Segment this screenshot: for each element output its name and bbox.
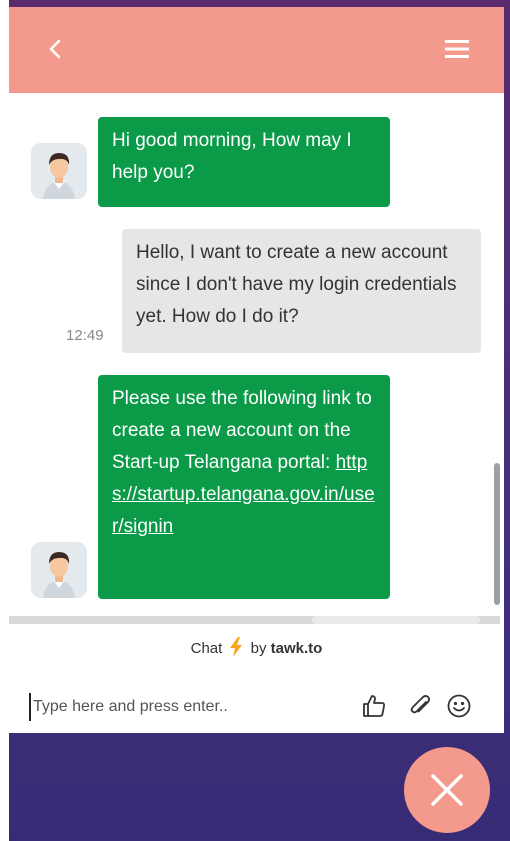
thumbs-up-button[interactable] <box>361 693 387 724</box>
agent-avatar <box>31 143 87 199</box>
chat-widget: Hi good morning, How may I help you? 12:… <box>9 7 504 733</box>
branding-brand: tawk.to <box>270 640 323 657</box>
agent-avatar-icon <box>31 143 87 199</box>
close-icon <box>431 774 463 806</box>
agent-avatar <box>31 542 87 598</box>
user-message: Hello, I want to create a new account si… <box>122 229 481 353</box>
message-text: Hi good morning, How may I help you? <box>112 130 352 183</box>
message-input[interactable] <box>29 693 353 721</box>
message-list[interactable]: Hi good morning, How may I help you? 12:… <box>9 93 504 621</box>
horizontal-scrollbar-thumb[interactable] <box>312 616 480 624</box>
lightning-bolt-icon <box>230 637 243 657</box>
message-composer <box>9 683 504 733</box>
agent-message: Please use the following link to create … <box>98 375 390 599</box>
agent-avatar-icon <box>31 542 87 598</box>
hamburger-menu-icon <box>445 40 469 58</box>
vertical-scrollbar[interactable] <box>494 463 500 605</box>
branding-prefix: Chat <box>190 640 223 657</box>
emoji-icon <box>447 694 471 718</box>
attach-button[interactable] <box>407 693 433 724</box>
paperclip-icon <box>410 694 431 714</box>
agent-message: Hi good morning, How may I help you? <box>98 117 390 207</box>
message-text: Please use the following link to create … <box>112 388 372 473</box>
powered-by-branding[interactable]: Chat by tawk.to <box>9 637 504 657</box>
chevron-left-icon <box>49 39 61 59</box>
back-button[interactable] <box>43 35 67 63</box>
emoji-button[interactable] <box>446 693 472 724</box>
close-chat-button[interactable] <box>404 747 490 833</box>
message-timestamp: 12:49 <box>66 327 104 344</box>
menu-button[interactable] <box>443 37 471 61</box>
chat-header <box>9 7 504 93</box>
branding-by: by <box>250 640 267 657</box>
message-text: Hello, I want to create a new account si… <box>136 242 457 327</box>
thumbs-up-icon <box>363 695 385 717</box>
